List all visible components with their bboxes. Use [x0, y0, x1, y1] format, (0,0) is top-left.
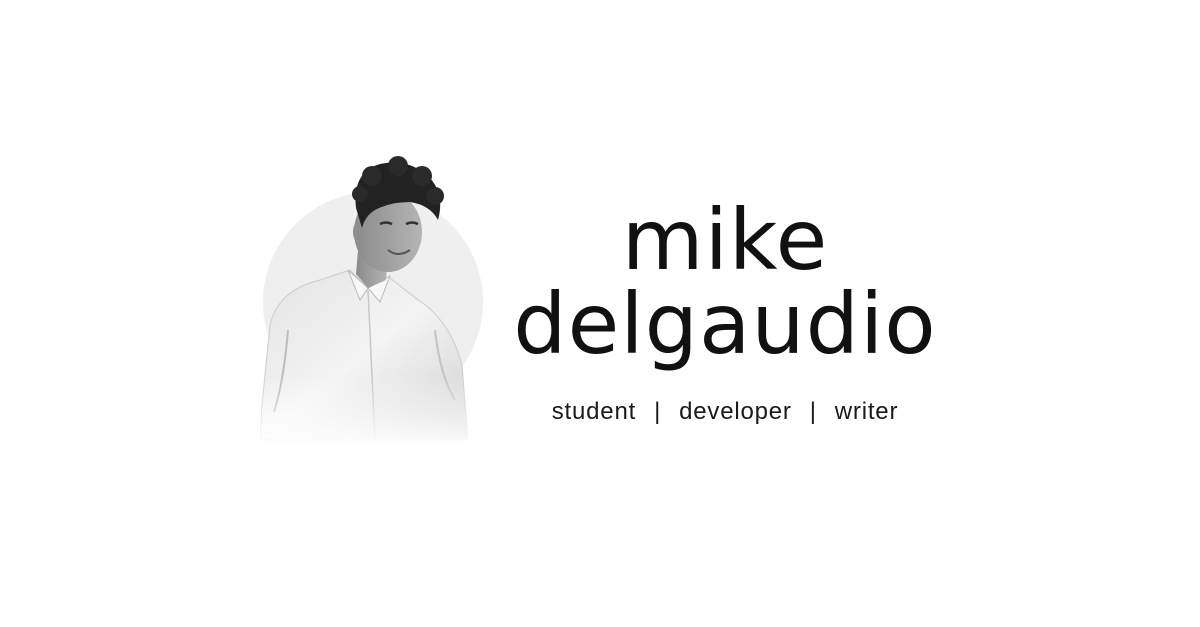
name-heading: mike delgaudio [505, 198, 945, 366]
role-separator: | [809, 398, 817, 425]
role-writer: writer [834, 398, 899, 425]
role-separator: | [654, 398, 662, 425]
role-developer: developer [679, 398, 792, 425]
profile-photo [240, 150, 490, 450]
tagline: student | developer | writer [515, 398, 935, 426]
hero-card: mike delgaudio student | developer | writer [0, 0, 1200, 627]
last-name: delgaudio [513, 275, 937, 373]
role-student: student [551, 398, 637, 425]
first-name: mike [621, 191, 829, 289]
